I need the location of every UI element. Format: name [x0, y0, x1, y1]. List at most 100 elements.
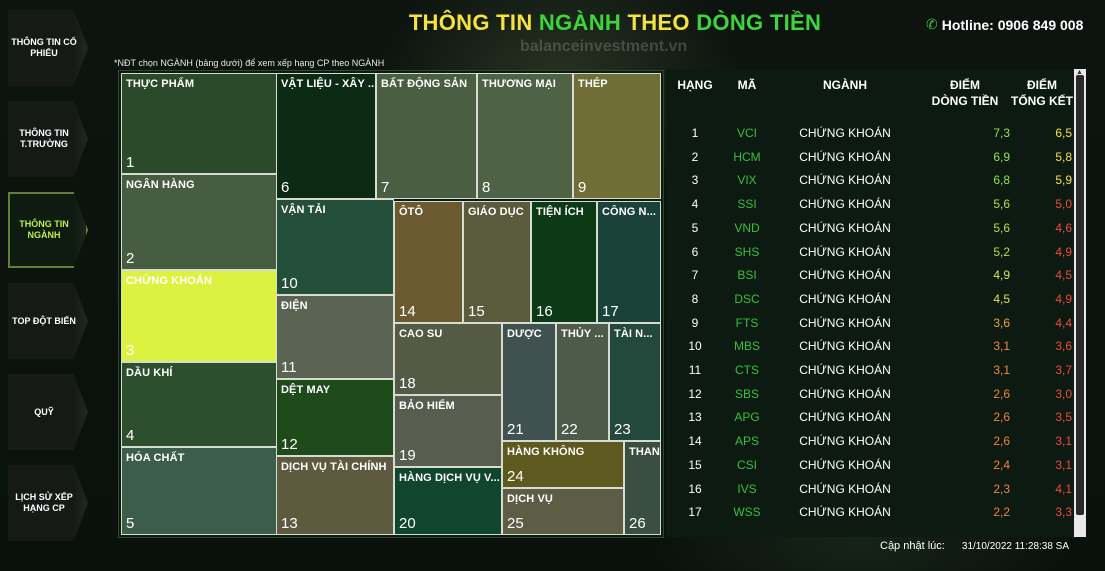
tile-name: BẢO HIỂM: [399, 400, 455, 412]
treemap-tile[interactable]: TÀI N... 23: [609, 323, 661, 441]
treemap-tile[interactable]: CÔNG N... 17: [597, 201, 661, 323]
nav-item-market-info[interactable]: THÔNG TIN T.TRƯỜNG: [8, 101, 88, 177]
cell-flow-score: 5,2: [993, 244, 1010, 259]
cell-code: FTS: [735, 315, 759, 330]
treemap-tile[interactable]: TIỆN ÍCH 16: [531, 201, 597, 323]
cell-total-score: 3,1: [1055, 434, 1072, 449]
cell-sector: CHỨNG KHOÁN: [799, 244, 891, 259]
cell-code: MBS: [733, 339, 760, 354]
cell-total-score: 3,3: [1055, 505, 1072, 520]
tile-rank: 4: [126, 427, 135, 444]
table-row[interactable]: 3 VIX CHỨNG KHOÁN 6,8 5,9: [666, 168, 1074, 192]
nav-item-top-breakout[interactable]: TOP ĐỘT BIẾN: [8, 283, 88, 359]
cell-code: APG: [734, 410, 760, 425]
cell-rank: 6: [691, 244, 699, 259]
cell-total-score: 4,9: [1055, 244, 1072, 259]
nav-item-rank-history[interactable]: LỊCH SỬ XẾP HẠNG CP: [8, 465, 88, 541]
table-row[interactable]: 14 APS CHỨNG KHOÁN 2,6 3,1: [666, 429, 1074, 453]
tile-rank: 17: [602, 303, 619, 320]
table-row[interactable]: 17 WSS CHỨNG KHOÁN 2,2 3,3: [666, 500, 1074, 524]
cell-sector: CHỨNG KHOÁN: [799, 291, 891, 306]
table-row[interactable]: 13 APG CHỨNG KHOÁN 2,6 3,5: [666, 405, 1074, 429]
tile-name: ĐIỆN: [281, 300, 308, 312]
tile-name: DỊCH VỤ TÀI CHÍNH: [281, 461, 387, 473]
table-row[interactable]: 16 IVS CHỨNG KHOÁN 2,3 4,1: [666, 477, 1074, 501]
tile-name: TÀI N...: [614, 328, 653, 340]
table-row[interactable]: 7 BSI CHỨNG KHOÁN 4,9 4,5: [666, 263, 1074, 287]
treemap-tile[interactable]: THƯƠNG MẠI 8: [477, 73, 573, 199]
treemap-tile[interactable]: GIÁO DỤC 15: [463, 201, 531, 323]
col-rank-header[interactable]: HẠNG: [666, 77, 724, 93]
nav-item-stock-info[interactable]: THÔNG TIN CỔ PHIẾU: [8, 10, 88, 86]
treemap-tile[interactable]: CHỨNG KHOÁN 3: [121, 270, 277, 362]
col-code-header[interactable]: MÃ: [724, 77, 770, 93]
col-sector-header[interactable]: NGÀNH: [770, 77, 920, 93]
table-row[interactable]: 1 VCI CHỨNG KHOÁN 7,3 6,5: [666, 121, 1074, 145]
treemap-tile[interactable]: HÓA CHẤT 5: [121, 447, 277, 535]
table-row[interactable]: 11 CTS CHỨNG KHOÁN 3,1 3,7: [666, 358, 1074, 382]
tile-rank: 21: [507, 421, 524, 438]
cell-total-score: 4,9: [1055, 291, 1072, 306]
treemap-tile[interactable]: DƯỢC 21: [502, 323, 556, 441]
watermark: balanceinvestment.vn: [520, 38, 688, 55]
treemap-tile[interactable]: DỊCH VỤ 25: [502, 488, 624, 535]
tile-name: CAO SU: [399, 328, 443, 340]
cell-total-score: 5,9: [1055, 173, 1072, 188]
tile-rank: 6: [281, 179, 290, 196]
nav-label: LỊCH SỬ XẾP HẠNG CP: [15, 492, 73, 513]
tile-rank: 25: [507, 515, 524, 532]
cell-sector: CHỨNG KHOÁN: [799, 386, 891, 401]
hotline[interactable]: ✆ Hotline: 0906 849 008: [926, 16, 1083, 33]
treemap-tile[interactable]: BẤT ĐỘNG SẢN 7: [376, 73, 477, 199]
tile-name: ÔTÔ: [399, 206, 424, 218]
tile-rank: 2: [126, 250, 135, 267]
tile-name: TIỆN ÍCH: [536, 206, 584, 218]
cell-total-score: 3,5: [1055, 410, 1072, 425]
scrollbar-thumb[interactable]: [1076, 75, 1084, 515]
treemap-tile[interactable]: VẬN TẢI 10: [276, 199, 394, 295]
col-total-header[interactable]: ĐIỂM TỔNG KẾT: [1010, 77, 1074, 109]
table-scrollbar[interactable]: ▲: [1074, 69, 1086, 537]
treemap-tile[interactable]: VẬT LIỆU - XÂY ... 6: [276, 73, 376, 199]
col-flow-header[interactable]: ĐIỂM DÒNG TIỀN: [920, 77, 1010, 109]
treemap-tile[interactable]: THÉP 9: [573, 73, 661, 199]
treemap-tile[interactable]: THỦY ... 22: [556, 323, 609, 441]
treemap-tile[interactable]: HÀNG DỊCH VỤ V... 20: [394, 467, 502, 535]
tile-name: DƯỢC: [507, 328, 542, 340]
treemap-tile[interactable]: DẦU KHÍ 4: [121, 362, 277, 447]
table-row[interactable]: 6 SHS CHỨNG KHOÁN 5,2 4,9: [666, 240, 1074, 264]
cell-flow-score: 4,9: [993, 268, 1010, 283]
treemap-tile[interactable]: ÔTÔ 14: [394, 201, 463, 323]
cell-rank: 5: [691, 220, 699, 235]
tile-rank: 8: [482, 179, 491, 196]
tile-rank: 14: [399, 303, 416, 320]
cell-flow-score: 6,9: [993, 149, 1010, 164]
table-row[interactable]: 15 CSI CHỨNG KHOÁN 2,4 3,1: [666, 453, 1074, 477]
table-row[interactable]: 5 VND CHỨNG KHOÁN 5,6 4,6: [666, 216, 1074, 240]
nav-label: THÔNG TIN CỔ PHIẾU: [11, 37, 77, 58]
treemap-tile[interactable]: ĐIỆN 11: [276, 295, 394, 379]
cell-code: CSI: [736, 457, 757, 472]
treemap-tile[interactable]: HÀNG KHÔNG 24: [502, 441, 624, 488]
cell-sector: CHỨNG KHOÁN: [799, 173, 891, 188]
table-row[interactable]: 10 MBS CHỨNG KHOÁN 3,1 3,6: [666, 334, 1074, 358]
treemap-tile[interactable]: BẢO HIỂM 19: [394, 395, 502, 467]
table-row[interactable]: 12 SBS CHỨNG KHOÁN 2,6 3,0: [666, 382, 1074, 406]
cell-sector: CHỨNG KHOÁN: [799, 410, 891, 425]
treemap-tile[interactable]: THỰC PHẨM 1: [121, 73, 277, 174]
treemap-tile[interactable]: THAN 26: [624, 441, 661, 535]
cell-total-score: 3,6: [1055, 339, 1072, 354]
nav-label: THÔNG TIN T.TRƯỜNG: [19, 128, 69, 149]
nav-item-sector-info[interactable]: THÔNG TIN NGÀNH: [8, 192, 88, 268]
tile-rank: 12: [281, 436, 298, 453]
table-row[interactable]: 4 SSI CHỨNG KHOÁN 5,6 5,0: [666, 192, 1074, 216]
treemap-tile[interactable]: NGÂN HÀNG 2: [121, 174, 277, 270]
table-row[interactable]: 9 FTS CHỨNG KHOÁN 3,6 4,4: [666, 311, 1074, 335]
treemap-tile[interactable]: DỆT MAY 12: [276, 379, 394, 456]
tile-rank: 7: [381, 179, 390, 196]
nav-item-fund[interactable]: QUỸ: [8, 374, 88, 450]
treemap-tile[interactable]: CAO SU 18: [394, 323, 502, 395]
table-row[interactable]: 8 DSC CHỨNG KHOÁN 4,5 4,9: [666, 287, 1074, 311]
table-row[interactable]: 2 HCM CHỨNG KHOÁN 6,9 5,8: [666, 145, 1074, 169]
treemap-tile[interactable]: DỊCH VỤ TÀI CHÍNH 13: [276, 456, 394, 535]
